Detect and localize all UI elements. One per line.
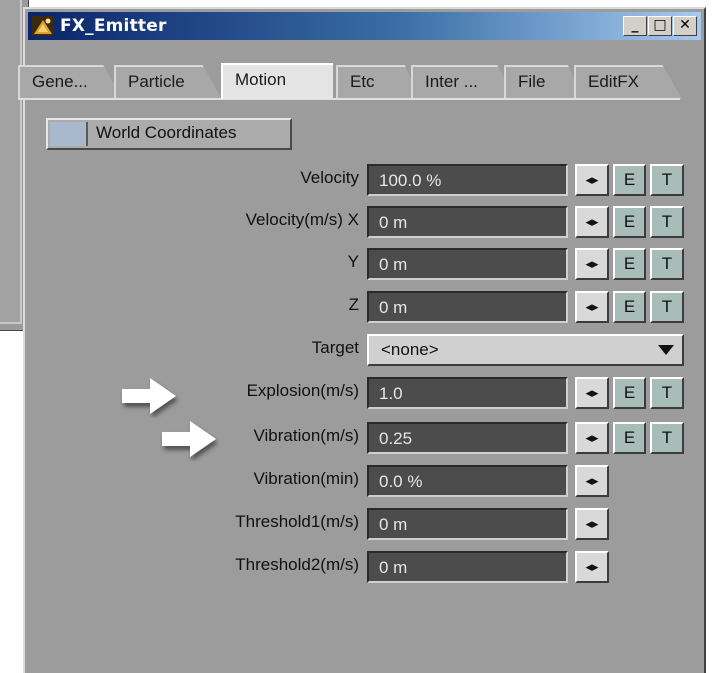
velocity-texture-button[interactable]: T <box>650 164 684 196</box>
target-value: <none> <box>381 340 439 359</box>
tab-inter[interactable]: Inter ... <box>411 65 516 99</box>
dropdown-arrow-icon <box>658 345 674 355</box>
pointer-arrow-icon <box>162 421 216 457</box>
velocity-label: Velocity <box>300 168 359 187</box>
velocity-y-slider-button[interactable]: ◂▸ <box>575 248 609 280</box>
velocity-y-input[interactable]: 0 m <box>367 248 568 280</box>
tab-underline <box>18 98 680 100</box>
vibration-input[interactable]: 0.25 <box>367 422 568 454</box>
velocity-x-input[interactable]: 0 m <box>367 206 568 238</box>
velocity-x-value: 0 m <box>379 213 408 232</box>
velocity-input[interactable]: 100.0 % <box>367 164 568 196</box>
world-coordinates-checkbox[interactable] <box>50 122 88 146</box>
vibration-min-input[interactable]: 0.0 % <box>367 465 568 497</box>
minimize-button[interactable]: _ <box>623 16 647 36</box>
velocity-x-label: Velocity(m/s) X <box>245 210 359 229</box>
threshold1-value: 0 m <box>379 515 408 534</box>
vibration-min-slider-button[interactable]: ◂▸ <box>575 465 609 497</box>
threshold2-input[interactable]: 0 m <box>367 551 568 583</box>
vibration-value: 0.25 <box>379 429 413 448</box>
pointer-arrow-icon <box>122 378 176 414</box>
velocity-x-envelope-button[interactable]: E <box>613 206 646 238</box>
target-label: Target <box>311 338 359 357</box>
explosion-slider-button[interactable]: ◂▸ <box>575 377 609 409</box>
velocity-y-row: Y 0 m ◂▸ E T <box>0 248 713 280</box>
threshold2-value: 0 m <box>379 558 408 577</box>
velocity-x-row: Velocity(m/s) X 0 m ◂▸ E T <box>0 206 713 238</box>
threshold2-label: Threshold2(m/s) <box>235 555 359 574</box>
explosion-row: Explosion(m/s) 1.0 ◂▸ E T <box>0 377 713 409</box>
threshold1-input[interactable]: 0 m <box>367 508 568 540</box>
window-title: FX_Emitter <box>60 16 167 36</box>
velocity-y-envelope-button[interactable]: E <box>613 248 646 280</box>
world-coordinates-label: World Coordinates <box>96 123 237 142</box>
explosion-texture-button[interactable]: T <box>650 377 684 409</box>
tab-motion[interactable]: Motion <box>221 63 333 99</box>
vibration-min-row: Vibration(min) 0.0 % ◂▸ <box>0 465 713 497</box>
vibration-label: Vibration(m/s) <box>253 426 360 445</box>
velocity-z-value: 0 m <box>379 298 408 317</box>
threshold1-row: Threshold1(m/s) 0 m ◂▸ <box>0 508 713 540</box>
vibration-texture-button[interactable]: T <box>650 422 684 454</box>
tab-etc[interactable]: Etc <box>336 65 420 99</box>
maximize-button[interactable]: □ <box>648 16 672 36</box>
title-bar[interactable]: FX_Emitter _ □ ✕ <box>28 12 701 40</box>
explosion-value: 1.0 <box>379 384 403 403</box>
close-button[interactable]: ✕ <box>673 16 697 36</box>
tab-particle[interactable]: Particle <box>114 65 222 99</box>
tab-file[interactable]: File <box>504 65 582 99</box>
threshold1-slider-button[interactable]: ◂▸ <box>575 508 609 540</box>
velocity-z-input[interactable]: 0 m <box>367 291 568 323</box>
app-icon <box>32 16 54 36</box>
explosion-label: Explosion(m/s) <box>246 381 359 400</box>
velocity-envelope-button[interactable]: E <box>613 164 646 196</box>
threshold2-slider-button[interactable]: ◂▸ <box>575 551 609 583</box>
tab-bar: Gene... Particle Motion Etc Inter ... Fi… <box>18 63 682 99</box>
vibration-envelope-button[interactable]: E <box>613 422 646 454</box>
velocity-x-texture-button[interactable]: T <box>650 206 684 238</box>
velocity-slider-button[interactable]: ◂▸ <box>575 164 609 196</box>
tab-editfx[interactable]: EditFX <box>574 65 682 99</box>
threshold1-label: Threshold1(m/s) <box>235 512 359 531</box>
velocity-row: Velocity 100.0 % ◂▸ E T <box>0 164 713 196</box>
velocity-y-texture-button[interactable]: T <box>650 248 684 280</box>
velocity-z-texture-button[interactable]: T <box>650 291 684 323</box>
vibration-row: Vibration(m/s) 0.25 ◂▸ E T <box>0 422 713 454</box>
velocity-z-label: Z <box>348 295 359 314</box>
vibration-slider-button[interactable]: ◂▸ <box>575 422 609 454</box>
target-row: Target <none> <box>0 334 713 366</box>
velocity-z-envelope-button[interactable]: E <box>613 291 646 323</box>
vibration-min-value: 0.0 % <box>379 472 423 491</box>
explosion-input[interactable]: 1.0 <box>367 377 568 409</box>
target-dropdown[interactable]: <none> <box>367 334 684 366</box>
velocity-z-slider-button[interactable]: ◂▸ <box>575 291 609 323</box>
explosion-envelope-button[interactable]: E <box>613 377 646 409</box>
velocity-y-value: 0 m <box>379 255 408 274</box>
threshold2-row: Threshold2(m/s) 0 m ◂▸ <box>0 551 713 583</box>
velocity-z-row: Z 0 m ◂▸ E T <box>0 291 713 323</box>
world-coordinates-toggle[interactable]: World Coordinates <box>46 118 292 150</box>
vibration-min-label: Vibration(min) <box>253 469 359 488</box>
velocity-y-label: Y <box>347 252 359 271</box>
tab-general[interactable]: Gene... <box>18 65 122 99</box>
velocity-x-slider-button[interactable]: ◂▸ <box>575 206 609 238</box>
velocity-value: 100.0 % <box>379 171 442 190</box>
